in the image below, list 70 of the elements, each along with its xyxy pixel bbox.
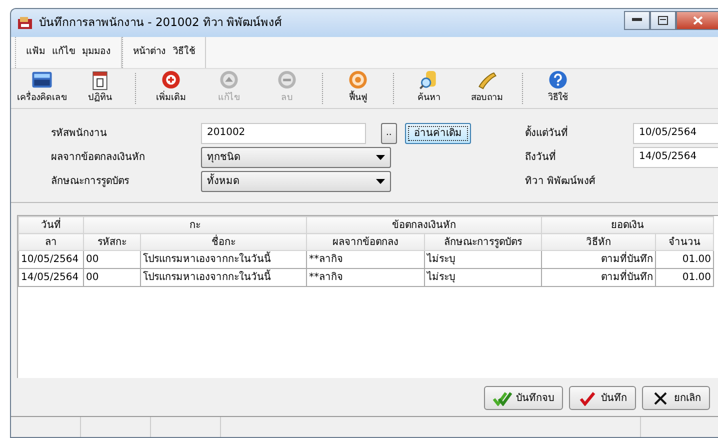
- column-header[interactable]: จำนวน: [656, 234, 714, 250]
- minimize-icon: [632, 18, 642, 22]
- remove-icon: [275, 69, 299, 90]
- dropdown[interactable]: ทั้งหมด: [201, 171, 391, 192]
- column-header[interactable]: รหัสกะ: [84, 234, 140, 250]
- column-group-header: ข้อตกลงเงินหัก: [306, 216, 542, 234]
- close-icon: [693, 16, 703, 24]
- check-icon: [578, 390, 597, 406]
- column-header[interactable]: วิธีหัก: [542, 234, 656, 250]
- toolbar-button[interactable]: ฟื้นฟู: [329, 69, 387, 108]
- dropdown-arrow-icon: [376, 155, 385, 160]
- table-cell: ตามที่บันทึก: [542, 250, 656, 268]
- edit-icon: [217, 69, 241, 90]
- maximize-icon: [658, 16, 668, 24]
- toolbar-button[interactable]: ปฏิทิน: [71, 69, 129, 108]
- table-cell: 00: [84, 268, 140, 286]
- menu-item[interactable]: แก้ไข: [52, 45, 75, 60]
- close-button[interactable]: [676, 10, 718, 30]
- column-header[interactable]: ลักษณะการรูดบัตร: [424, 234, 542, 250]
- column-header[interactable]: ชื่อกะ: [140, 234, 306, 250]
- maximize-button[interactable]: [650, 10, 676, 30]
- field-label: ถึงวันที่: [525, 150, 633, 165]
- table-cell: 14/05/2564: [18, 268, 84, 286]
- window-title: บันทึกการลาพนักงาน - 201002 ทิวา พิพัฒน์พงศ์: [39, 14, 282, 32]
- column-header[interactable]: ลา: [18, 234, 84, 250]
- table-cell: 10/05/2564: [18, 250, 84, 268]
- field-label: ตั้งแต่วันที่: [525, 126, 633, 141]
- table-cell: ตามที่บันทึก: [542, 268, 656, 286]
- input-field[interactable]: 201002: [201, 123, 366, 144]
- column-group-header: วันที่: [18, 216, 84, 234]
- double-check-icon: [493, 390, 512, 406]
- table-cell: **ลากิจ: [306, 250, 424, 268]
- minimize-button[interactable]: [624, 10, 650, 30]
- toolbar-button[interactable]: สอบถาม: [458, 69, 516, 108]
- table-cell: โปรแกรมหาเองจากกะในวันนี้: [140, 250, 306, 268]
- dropdown[interactable]: ทุกชนิด: [201, 147, 391, 168]
- field-label: ลักษณะการรูดบัตร: [51, 175, 130, 189]
- table-cell: ไม่ระบุ: [424, 250, 542, 268]
- employee-name: ทิวา พิพัฒน์พงศ์: [525, 174, 596, 189]
- date-field[interactable]: 10/05/2564: [633, 123, 718, 144]
- app-icon: [17, 16, 33, 30]
- column-header[interactable]: ผลจากข้อตกลง: [306, 234, 424, 250]
- refresh-icon: [346, 69, 370, 90]
- table-cell: 01.00: [656, 250, 714, 268]
- table-cell: โปรแกรมหาเองจากกะในวันนี้: [140, 268, 306, 286]
- toolbar-button[interactable]: เครื่องคิดเลข: [13, 69, 71, 108]
- help-icon: [546, 69, 570, 90]
- toolbar-button[interactable]: เพิ่มเติม: [142, 69, 200, 108]
- browse-button[interactable]: ..: [381, 123, 397, 144]
- menu-item[interactable]: หน้าต่าง: [133, 45, 166, 60]
- field-label: ผลจากข้อตกลงเงินหัก: [51, 150, 146, 165]
- table-cell: 00: [84, 250, 140, 268]
- toolbar-button[interactable]: วิธีใช้: [529, 69, 587, 108]
- menu-item[interactable]: วิธีใช้: [173, 45, 195, 60]
- cancel-button[interactable]: ยกเลิก: [642, 386, 710, 410]
- menu-item[interactable]: มุมมอง: [82, 45, 111, 60]
- table-cell: ไม่ระบุ: [424, 268, 542, 286]
- column-group-header: กะ: [84, 216, 306, 234]
- menu-item[interactable]: แฟ้ม: [26, 45, 45, 60]
- field-label: รหัสพนักงาน: [51, 127, 108, 141]
- column-group-header: ยอดเงิน: [542, 216, 714, 234]
- dropdown-arrow-icon: [376, 179, 385, 184]
- date-field[interactable]: 14/05/2564: [633, 147, 718, 168]
- table-cell: **ลากิจ: [306, 268, 424, 286]
- toolbar-button[interactable]: ค้นหา: [400, 69, 458, 108]
- save-button[interactable]: บันทึก: [569, 386, 636, 410]
- table-cell: 01.00: [656, 268, 714, 286]
- add-icon: [159, 69, 183, 90]
- calculator-icon: [30, 69, 54, 90]
- reload-button[interactable]: อ่านค่าเดิม: [405, 123, 471, 144]
